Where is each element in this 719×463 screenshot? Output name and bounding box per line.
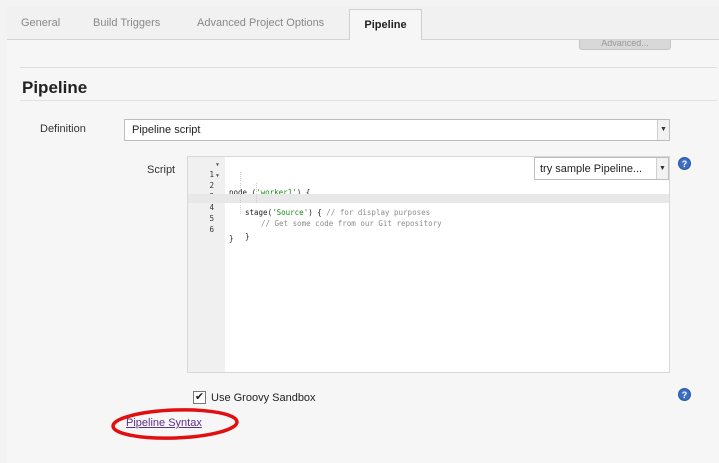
definition-select-value: Pipeline script: [132, 124, 201, 136]
indent-guide: [240, 183, 241, 192]
code-line-active[interactable]: 4: [188, 194, 669, 212]
indent-guide: [256, 183, 257, 192]
sample-pipeline-select[interactable]: try sample Pipeline... ▼: [534, 157, 669, 180]
config-tab-bar: General Build Triggers Advanced Project …: [7, 7, 719, 42]
definition-select[interactable]: Pipeline script ▼: [124, 119, 670, 141]
script-label: Script: [147, 164, 176, 176]
chevron-down-icon[interactable]: ▼: [657, 120, 669, 140]
help-icon[interactable]: ?: [678, 157, 691, 170]
line-number: 6: [209, 225, 214, 234]
code-line[interactable]: 5 }: [188, 205, 669, 241]
code-line[interactable]: 6 }: [188, 216, 669, 243]
code-text: }: [229, 234, 234, 243]
section-title: Pipeline: [22, 78, 88, 97]
help-icon[interactable]: ?: [678, 388, 691, 401]
indent-guide: [240, 194, 241, 203]
chevron-down-icon[interactable]: ▼: [656, 158, 668, 179]
annotation-ellipse: [111, 408, 239, 440]
tab-build-triggers[interactable]: Build Triggers: [93, 17, 160, 29]
script-editor[interactable]: 1 ▼ node ('worker1') { 2 ▼ stage('Source…: [187, 156, 670, 373]
indent-guide: [256, 194, 257, 203]
sample-pipeline-value: try sample Pipeline...: [540, 163, 643, 175]
groovy-sandbox-checkbox[interactable]: ✔: [193, 391, 206, 404]
code-text: }: [245, 232, 250, 241]
divider: [20, 67, 717, 68]
divider: [20, 100, 717, 101]
definition-label: Definition: [40, 123, 86, 135]
tab-pipeline[interactable]: Pipeline: [349, 9, 422, 42]
pipeline-section: Advanced... Pipeline Definition Pipeline…: [7, 40, 719, 463]
advanced-button[interactable]: Advanced...: [579, 40, 671, 50]
job-config-page: General Build Triggers Advanced Project …: [0, 0, 719, 463]
indent-guide: [240, 205, 241, 214]
fold-arrow-icon[interactable]: ▼: [216, 161, 219, 170]
groovy-sandbox-label[interactable]: Use Groovy Sandbox: [211, 392, 316, 404]
tab-general[interactable]: General: [21, 17, 60, 29]
tab-advanced-project-options[interactable]: Advanced Project Options: [197, 17, 324, 29]
code-line[interactable]: 3 // Get some code from our Git reposito…: [188, 183, 669, 228]
indent-guide: [240, 172, 241, 181]
fold-arrow-icon[interactable]: ▼: [216, 172, 219, 181]
